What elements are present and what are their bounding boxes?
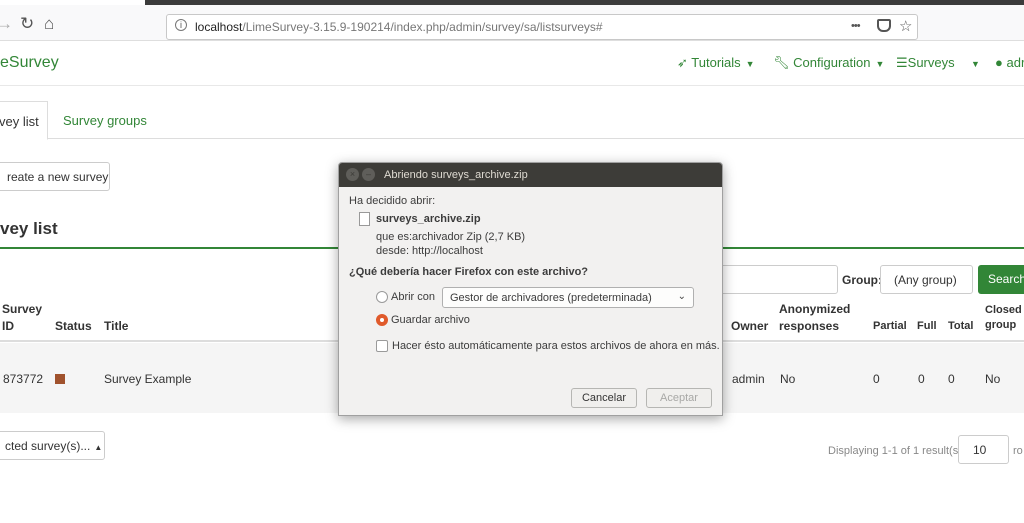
minimize-icon[interactable]: – bbox=[362, 168, 375, 181]
cell-closed-group: No bbox=[985, 372, 1001, 386]
url-bar[interactable]: i localhost/LimeSurvey-3.15.9-190214/ind… bbox=[166, 14, 918, 40]
group-filter-label: Group: bbox=[842, 273, 882, 287]
col-survey-id[interactable]: Survey ID bbox=[2, 301, 42, 335]
selected-surveys-button[interactable]: cted survey(s)... ▲ bbox=[0, 431, 105, 460]
back-arrow-icon[interactable]: → bbox=[0, 14, 13, 34]
file-name: surveys_archive.zip bbox=[376, 213, 481, 225]
open-with-app-select[interactable]: Gestor de archivadores (predeterminada) … bbox=[442, 287, 694, 308]
col-status[interactable]: Status bbox=[55, 318, 92, 335]
caret-up-icon: ▲ bbox=[94, 443, 103, 452]
surveys-menu[interactable]: ☰Surveys bbox=[896, 55, 955, 71]
col-closed-group[interactable]: Closed group bbox=[985, 303, 1022, 333]
tutorials-menu[interactable]: ➶ Tutorials ▼ bbox=[677, 55, 755, 71]
tab-survey-list-label: vey list bbox=[0, 114, 39, 129]
search-button[interactable]: Search bbox=[978, 265, 1024, 294]
chevron-down-icon: ⌄ bbox=[677, 291, 686, 302]
wrench-icon: 🔧︎ bbox=[773, 55, 790, 70]
dialog-title: Abriendo surveys_archive.zip bbox=[384, 169, 528, 181]
open-with-label[interactable]: Abrir con bbox=[391, 291, 435, 303]
from-value: http://localhost bbox=[412, 245, 483, 257]
from-label: desde: bbox=[376, 245, 410, 257]
user-menu[interactable]: ● adr bbox=[995, 55, 1024, 70]
type-value: archivador Zip (2,7 KB) bbox=[412, 231, 526, 243]
rocket-icon: ➶ bbox=[677, 55, 688, 70]
auto-checkbox[interactable] bbox=[376, 340, 388, 352]
save-file-radio[interactable] bbox=[376, 314, 388, 326]
accept-button[interactable]: Aceptar bbox=[646, 388, 712, 408]
col-title[interactable]: Title bbox=[104, 318, 128, 335]
page-actions-icon[interactable]: ••• bbox=[851, 20, 861, 32]
cell-title[interactable]: Survey Example bbox=[104, 372, 191, 386]
caret-down-icon: ▼ bbox=[745, 59, 755, 69]
cancel-button[interactable]: Cancelar bbox=[571, 388, 637, 408]
open-with-app-value: Gestor de archivadores (predeterminada) bbox=[450, 292, 652, 304]
tab-survey-groups[interactable]: Survey groups bbox=[63, 113, 147, 128]
caret-down-icon: ▼ bbox=[875, 59, 885, 69]
save-file-label[interactable]: Guardar archivo bbox=[391, 314, 470, 326]
create-survey-button[interactable]: reate a new survey bbox=[0, 162, 110, 191]
close-icon[interactable]: × bbox=[346, 168, 359, 181]
user-icon: ● bbox=[995, 55, 1003, 70]
cell-owner: admin bbox=[732, 372, 765, 386]
open-with-radio[interactable] bbox=[376, 291, 388, 303]
cell-total: 0 bbox=[948, 372, 955, 386]
tab-survey-list[interactable]: vey list bbox=[0, 101, 48, 140]
group-select[interactable]: (Any group) bbox=[880, 265, 973, 294]
col-full[interactable]: Full bbox=[917, 318, 937, 335]
file-icon bbox=[359, 212, 370, 226]
type-label: que es: bbox=[376, 231, 413, 243]
question-text: ¿Qué debería hacer Firefox con este arch… bbox=[349, 266, 589, 278]
status-inactive-icon bbox=[55, 374, 65, 384]
col-anonymized[interactable]: Anonymized responses bbox=[779, 301, 850, 335]
pagination-summary: Displaying 1-1 of 1 result(s). bbox=[828, 445, 965, 457]
cell-partial: 0 bbox=[873, 372, 880, 386]
survey-tabs: vey list Survey groups bbox=[0, 101, 1024, 140]
dialog-titlebar: × – Abriendo surveys_archive.zip bbox=[339, 163, 722, 187]
col-partial[interactable]: Partial bbox=[873, 318, 907, 335]
configuration-menu[interactable]: 🔧︎ Configuration ▼ bbox=[773, 55, 884, 71]
col-owner[interactable]: Owner bbox=[731, 318, 768, 335]
page-size-select[interactable]: 10 bbox=[958, 435, 1009, 464]
list-icon: ☰ bbox=[896, 55, 908, 70]
col-total[interactable]: Total bbox=[948, 318, 973, 335]
reload-icon[interactable]: ↻ bbox=[20, 14, 34, 34]
pocket-icon[interactable] bbox=[877, 19, 891, 32]
home-icon[interactable]: ⌂ bbox=[44, 14, 54, 34]
url-text: localhost/LimeSurvey-3.15.9-190214/index… bbox=[195, 20, 603, 34]
info-icon[interactable]: i bbox=[175, 19, 187, 31]
bookmark-star-icon[interactable]: ☆ bbox=[899, 17, 912, 35]
download-dialog: × – Abriendo surveys_archive.zip Ha deci… bbox=[338, 162, 723, 416]
rows-label: ro bbox=[1013, 445, 1023, 457]
decided-text: Ha decidido abrir: bbox=[349, 195, 436, 207]
auto-label[interactable]: Hacer ésto automáticamente para estos ar… bbox=[392, 340, 720, 352]
page-title: vey list bbox=[0, 219, 58, 238]
cell-full: 0 bbox=[918, 372, 925, 386]
browser-toolbar: → ↻ ⌂ i localhost/LimeSurvey-3.15.9-1902… bbox=[0, 5, 1024, 41]
app-navbar: eSurvey ➶ Tutorials ▼ 🔧︎ Configuration ▼ ☰… bbox=[0, 42, 1024, 86]
caret-down-icon: ▼ bbox=[971, 59, 980, 69]
surveys-dropdown-toggle[interactable]: ▼ bbox=[966, 55, 980, 70]
cell-survey-id[interactable]: 873772 bbox=[3, 372, 43, 386]
cell-anonymized: No bbox=[780, 372, 796, 386]
brand-logo[interactable]: eSurvey bbox=[0, 54, 59, 72]
